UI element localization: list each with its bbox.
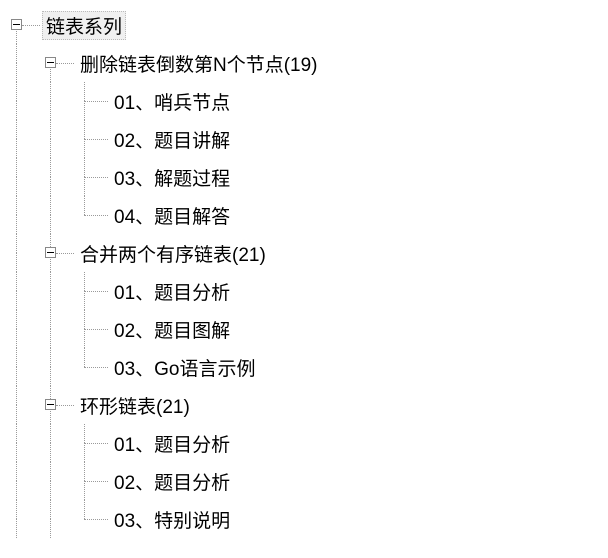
tree-row[interactable]: 02、题目分析 [8,462,608,500]
tree-row[interactable]: 合并两个有序链表(21) [8,234,608,272]
tree-row[interactable]: 删除链表倒数第N个节点(19) [8,44,608,82]
tree-row[interactable]: 01、题目分析 [8,272,608,310]
tree-row[interactable]: 04、题目解答 [8,196,608,234]
tree-row[interactable]: 01、题目分析 [8,424,608,462]
tree-node-label[interactable]: 环形链表(21) [76,391,194,420]
expander-collapse-icon[interactable] [45,247,56,258]
tree-gutter [8,6,42,44]
expander-collapse-icon[interactable] [45,399,56,410]
tree-node-label[interactable]: 合并两个有序链表(21) [76,239,270,268]
tree-row[interactable]: 03、特别说明 [8,500,608,538]
expander-collapse-icon[interactable] [45,57,56,68]
tree-leaf-label[interactable]: 03、Go语言示例 [110,353,259,382]
tree-leaf-label[interactable]: 03、特别说明 [110,505,234,534]
tree-row[interactable]: 环形链表(21) [8,386,608,424]
tree-row[interactable]: 02、题目图解 [8,310,608,348]
tree-row[interactable]: 01、哨兵节点 [8,82,608,120]
tree-row[interactable]: 02、题目讲解 [8,120,608,158]
tree-row[interactable]: 03、解题过程 [8,158,608,196]
tree-leaf-label[interactable]: 02、题目分析 [110,467,234,496]
tree-leaf-label[interactable]: 01、哨兵节点 [110,87,234,116]
tree-leaf-label[interactable]: 02、题目图解 [110,315,234,344]
tree-leaf-label[interactable]: 02、题目讲解 [110,125,234,154]
tree-leaf-label[interactable]: 01、题目分析 [110,429,234,458]
tree-row[interactable]: 03、Go语言示例 [8,348,608,386]
tree-leaf-label[interactable]: 03、解题过程 [110,163,234,192]
tree-node-label[interactable]: 删除链表倒数第N个节点(19) [76,49,322,78]
tree-row[interactable]: 链表系列 [8,6,608,44]
tree-leaf-label[interactable]: 01、题目分析 [110,277,234,306]
tree-leaf-label[interactable]: 04、题目解答 [110,201,234,230]
tree-root: 链表系列 删除链表倒数第N个节点(19) [8,6,608,538]
expander-collapse-icon[interactable] [11,19,22,30]
tree-node-label[interactable]: 链表系列 [42,11,126,40]
